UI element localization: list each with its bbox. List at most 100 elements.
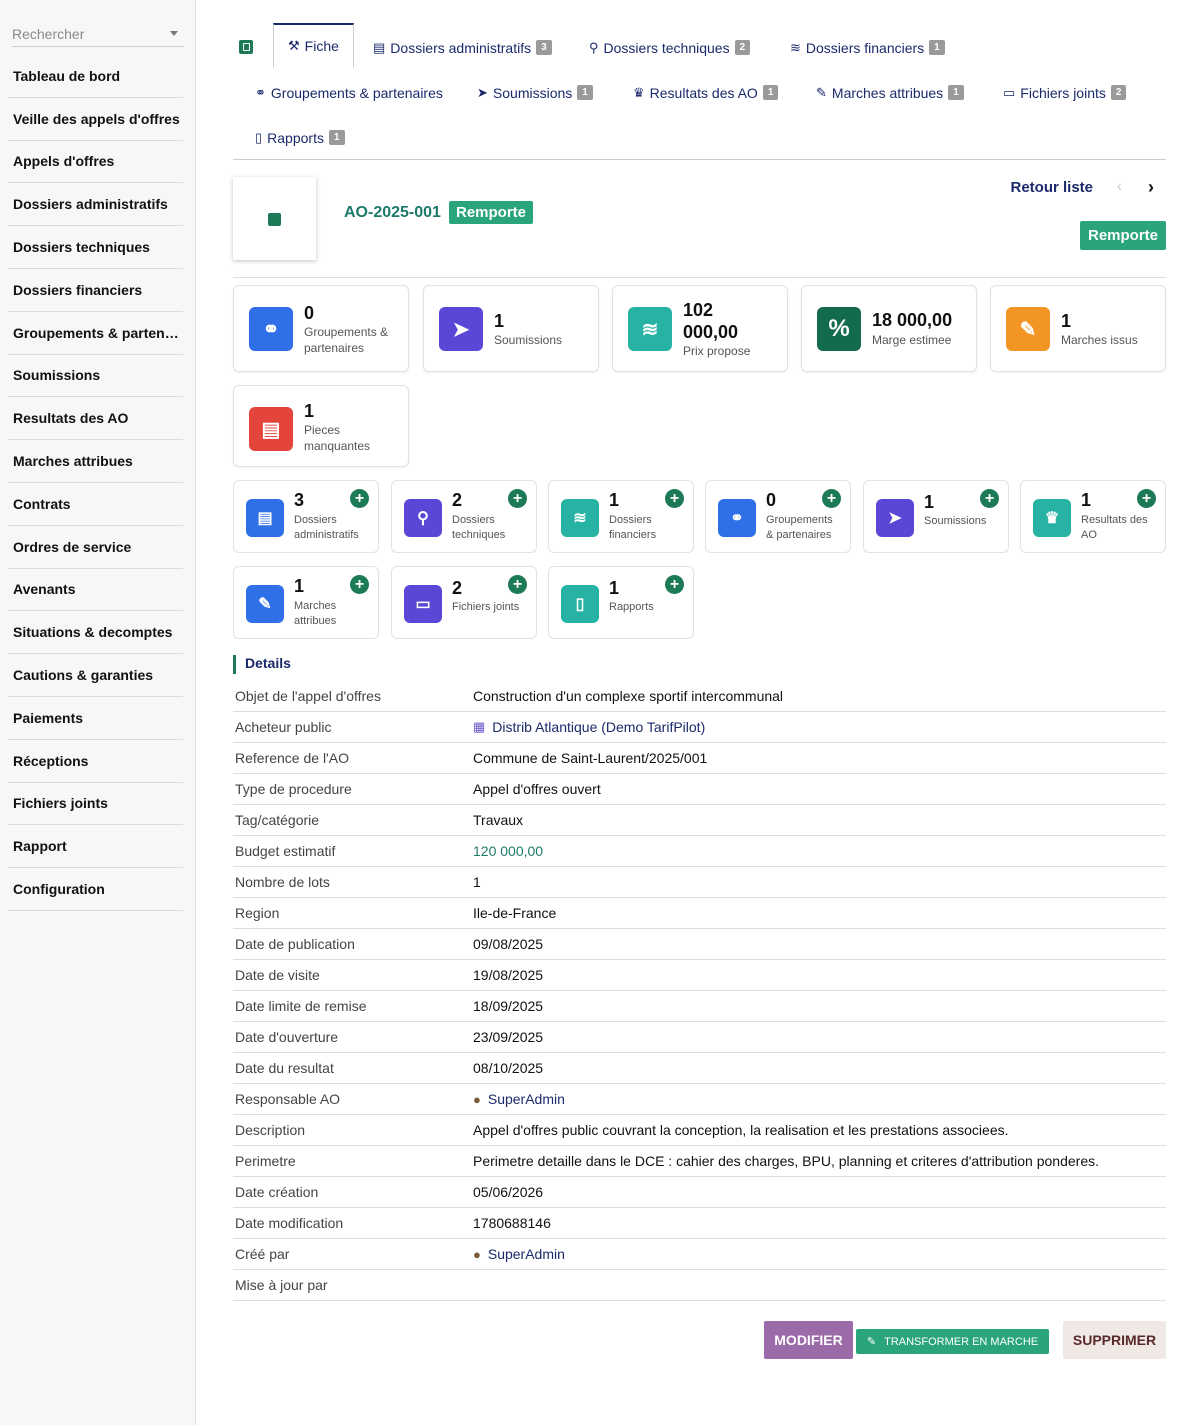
tab-fichiers-joints[interactable]: ▭ Fichiers joints 2: [1003, 70, 1127, 115]
tab-dossiers-administratifs[interactable]: ▤ Dossiers administratifs 3: [373, 25, 552, 70]
stat-card-prix-propose[interactable]: ≋ 102 000,00 Prix propose: [612, 285, 788, 372]
previous-record-icon[interactable]: ‹: [1117, 178, 1122, 196]
sidebar-item-cautions[interactable]: Cautions & garanties: [8, 654, 183, 697]
mini-card-fichiers-joints[interactable]: ▭ 2 Fichiers joints +: [391, 566, 537, 639]
mini-card-dossiers-administratifs[interactable]: ▤ 3 Dossiers administratifs +: [233, 480, 379, 553]
sidebar-item-appels-offres[interactable]: Appels d'offres: [8, 141, 183, 184]
modify-button[interactable]: MODIFIER: [764, 1321, 853, 1359]
stat-label: Groupements &: [304, 325, 389, 339]
tab-rapports[interactable]: ▯ Rapports 1: [255, 115, 345, 160]
status-button[interactable]: Remporte: [1079, 221, 1166, 250]
count-badge: 1: [948, 85, 964, 100]
mini-card-label: attribues: [294, 615, 337, 627]
sidebar-item-paiements[interactable]: Paiements: [8, 697, 183, 740]
detail-label: Region: [235, 905, 280, 921]
mini-card-groupements[interactable]: ⚭ 0 Groupements & partenaires +: [705, 480, 851, 553]
mini-card-label: Groupements: [766, 514, 833, 526]
trophy-icon: ♛: [633, 84, 645, 100]
transform-to-market-button[interactable]: ✎ TRANSFORMER EN MARCHE: [856, 1329, 1049, 1354]
sidebar-item-label: Contrats: [13, 495, 71, 512]
add-icon[interactable]: +: [350, 575, 369, 594]
mini-card-value: 3: [294, 490, 305, 510]
stat-card-soumissions[interactable]: ➤ 1 Soumissions: [423, 285, 599, 372]
tab-dossiers-techniques[interactable]: ⚲ Dossiers techniques 2: [589, 25, 751, 70]
sidebar-item-contrats[interactable]: Contrats: [8, 483, 183, 526]
record-icon[interactable]: [239, 40, 253, 54]
add-icon[interactable]: +: [508, 489, 527, 508]
mini-card-label: financiers: [609, 529, 657, 541]
building-icon: ▦: [473, 719, 486, 734]
mini-card-dossiers-financiers[interactable]: ≋ 1 Dossiers financiers +: [548, 480, 694, 553]
tab-marches-attribues[interactable]: ✎ Marches attribues 1: [816, 70, 964, 115]
stat-card-pieces-manquantes[interactable]: ▤ 1 Pieces manquantes: [233, 385, 409, 467]
add-icon[interactable]: +: [665, 575, 684, 594]
stat-card-marge[interactable]: % 18 000,00 Marge estimee: [801, 285, 977, 372]
sidebar-item-fichiers-joints[interactable]: Fichiers joints: [8, 783, 183, 826]
mini-card-soumissions[interactable]: ➤ 1 Soumissions +: [863, 480, 1009, 553]
sidebar-item-dossiers-administratifs[interactable]: Dossiers administratifs: [8, 183, 183, 227]
sidebar-item-rapport[interactable]: Rapport: [8, 825, 183, 869]
tab-soumissions[interactable]: ➤ Soumissions 1: [477, 70, 593, 115]
search-box[interactable]: [12, 20, 184, 47]
add-icon[interactable]: +: [665, 489, 684, 508]
add-icon[interactable]: +: [822, 489, 841, 508]
tab-label: Fichiers joints: [1020, 84, 1106, 101]
status-badge: Remporte: [449, 201, 534, 224]
buyer-link[interactable]: Distrib Atlantique (Demo TarifPilot): [492, 719, 705, 735]
add-icon[interactable]: +: [508, 575, 527, 594]
add-icon[interactable]: +: [350, 489, 369, 508]
add-icon[interactable]: +: [1137, 489, 1156, 508]
delete-button[interactable]: SUPPRIMER: [1063, 1321, 1166, 1359]
paper-plane-icon: ➤: [876, 499, 914, 537]
paper-plane-icon: ➤: [477, 84, 488, 100]
sidebar-item-situations[interactable]: Situations & decomptes: [8, 611, 183, 655]
sidebar-item-dossiers-techniques[interactable]: Dossiers techniques: [8, 226, 183, 269]
next-record-icon[interactable]: ›: [1148, 177, 1154, 198]
stat-label: partenaires: [304, 341, 365, 355]
stat-card-groupements[interactable]: ⚭ 0 Groupements & partenaires: [233, 285, 409, 372]
mini-card-resultats[interactable]: ♛ 1 Resultats des AO +: [1020, 480, 1166, 553]
percent-icon: %: [817, 307, 861, 351]
tab-fiche[interactable]: ⚒ Fiche: [273, 23, 354, 68]
sidebar-item-dossiers-financiers[interactable]: Dossiers financiers: [8, 269, 183, 312]
tab-label: Marches attribues: [831, 84, 944, 101]
sidebar-item-ordres-service[interactable]: Ordres de service: [8, 526, 183, 569]
back-to-list-link[interactable]: Retour liste: [1010, 179, 1093, 196]
tab-resultats[interactable]: ♛ Resultats des AO 1: [633, 70, 779, 115]
stat-value: 0: [304, 303, 315, 323]
detail-row: Type de procedure Appel d'offres ouvert: [233, 774, 1166, 805]
stat-card-marches-issus[interactable]: ✎ 1 Marches issus: [990, 285, 1166, 372]
chevron-down-icon[interactable]: [170, 31, 178, 36]
tab-label: Soumissions: [492, 84, 573, 101]
count-badge: 1: [577, 85, 593, 100]
coins-icon: ≋: [561, 499, 599, 537]
sidebar-item-soumissions[interactable]: Soumissions: [8, 355, 183, 398]
detail-row: Date limite de remise 18/09/2025: [233, 991, 1166, 1022]
detail-label: Budget estimatif: [235, 843, 336, 859]
sidebar-item-configuration[interactable]: Configuration: [8, 868, 183, 911]
sidebar-item-resultats[interactable]: Resultats des AO: [8, 397, 183, 441]
detail-row: Date création 05/06/2026: [233, 1177, 1166, 1208]
mini-card-dossiers-techniques[interactable]: ⚲ 2 Dossiers techniques +: [391, 480, 537, 553]
tab-groupements[interactable]: ⚭ Groupements & partenaires: [255, 70, 443, 115]
detail-value: Appel d'offres ouvert: [473, 781, 601, 797]
tab-dossiers-financiers[interactable]: ≋ Dossiers financiers 1: [790, 25, 945, 70]
mini-card-rapports[interactable]: ▯ 1 Rapports +: [548, 566, 694, 639]
detail-value: Ile-de-France: [473, 905, 557, 921]
user-link[interactable]: SuperAdmin: [488, 1246, 565, 1262]
add-icon[interactable]: +: [980, 489, 999, 508]
user-link[interactable]: SuperAdmin: [488, 1091, 565, 1107]
sidebar-item-marches[interactable]: Marches attribues: [8, 440, 183, 483]
sidebar-item-avenants[interactable]: Avenants: [8, 569, 183, 612]
mini-card-marches-attribues[interactable]: ✎ 1 Marches attribues +: [233, 566, 379, 639]
sidebar-item-label: Ordres de service: [13, 538, 132, 555]
coins-icon: ≋: [628, 307, 672, 351]
id-card-icon: ▤: [249, 407, 293, 451]
sidebar-item-groupements[interactable]: Groupements & partenaires: [8, 312, 183, 355]
sidebar-item-receptions[interactable]: Réceptions: [8, 740, 183, 783]
sidebar-item-tableau-de-bord[interactable]: Tableau de bord: [8, 55, 183, 98]
search-input[interactable]: [12, 20, 162, 42]
mini-card-label: Dossiers: [294, 514, 337, 526]
file-icon: ▯: [561, 585, 599, 623]
sidebar-item-veille[interactable]: Veille des appels d'offres: [8, 98, 183, 141]
